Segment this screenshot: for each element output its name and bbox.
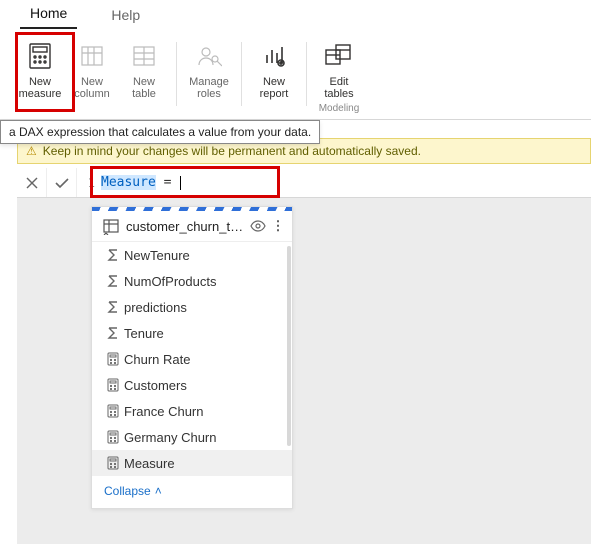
calculator-icon <box>106 352 124 366</box>
calculator-icon <box>106 404 124 418</box>
edit-tables-button[interactable]: Edit tables <box>313 36 365 102</box>
new-column-button[interactable]: New column <box>66 36 118 102</box>
tab-help[interactable]: Help <box>101 3 150 29</box>
fields-panel: customer_churn_test_... ⋮ NewTenure NumOf… <box>91 206 293 509</box>
edit-tables-label: Edit tables <box>324 76 353 100</box>
line-number: 1 <box>81 176 95 190</box>
column-icon <box>76 40 108 72</box>
table-icon <box>102 217 120 235</box>
manage-roles-button[interactable]: Manage roles <box>183 36 235 102</box>
sigma-icon <box>106 248 124 262</box>
report-icon <box>258 40 290 72</box>
field-label: NewTenure <box>124 248 190 263</box>
new-table-button[interactable]: New table <box>118 36 170 102</box>
tooltip: a DAX expression that calculates a value… <box>0 120 320 144</box>
panel-title: customer_churn_test_... <box>126 219 246 234</box>
visibility-icon[interactable] <box>250 220 266 232</box>
sigma-icon <box>106 300 124 314</box>
ribbon-separator <box>306 42 307 106</box>
field-row[interactable]: Measure <box>92 450 292 476</box>
field-label: Customers <box>124 378 187 393</box>
field-label: Churn Rate <box>124 352 190 367</box>
new-table-label: New table <box>132 76 156 100</box>
field-label: NumOfProducts <box>124 274 216 289</box>
field-row[interactable]: predictions <box>92 294 292 320</box>
field-list: NewTenure NumOfProducts predictions Tenure C… <box>92 242 292 476</box>
field-label: Germany Churn <box>124 430 216 445</box>
calculator-icon <box>106 456 124 470</box>
field-label: France Churn <box>124 404 203 419</box>
formula-input-wrap[interactable]: 1 Measure = <box>77 168 591 197</box>
field-label: Tenure <box>124 326 164 341</box>
more-icon[interactable]: ⋮ <box>270 218 286 234</box>
calculator-icon <box>106 378 124 392</box>
warning-text: Keep in mind your changes will be perman… <box>43 144 421 158</box>
formula-input[interactable]: Measure = <box>101 175 591 190</box>
field-row[interactable]: NumOfProducts <box>92 268 292 294</box>
sigma-icon <box>106 326 124 340</box>
ribbon-group-label: Modeling <box>313 103 365 114</box>
collapse-button[interactable]: Collapse ˄ <box>92 476 174 508</box>
ribbon-group-roles: Manage roles <box>183 36 235 116</box>
ribbon-group-modeling: Edit tables Modeling <box>313 36 365 116</box>
field-row[interactable]: Germany Churn <box>92 424 292 450</box>
calculator-icon <box>106 430 124 444</box>
field-row[interactable]: France Churn <box>92 398 292 424</box>
field-row[interactable]: NewTenure <box>92 242 292 268</box>
ribbon-group-calc: New measure New column New table <box>14 36 170 116</box>
field-row[interactable]: Customers <box>92 372 292 398</box>
commit-formula-button[interactable] <box>47 168 77 197</box>
field-label: predictions <box>124 300 187 315</box>
ribbon-group-report: New report <box>248 36 300 116</box>
chevron-up-icon: ˄ <box>155 484 162 498</box>
field-label: Measure <box>124 456 175 471</box>
field-row[interactable]: Tenure <box>92 320 292 346</box>
field-row[interactable]: Churn Rate <box>92 346 292 372</box>
new-measure-button[interactable]: New measure <box>14 36 66 102</box>
new-column-label: New column <box>74 76 109 100</box>
tab-bar: Home Help <box>0 0 591 30</box>
edit-tables-icon <box>323 40 355 72</box>
new-measure-label: New measure <box>19 76 62 100</box>
ribbon-separator <box>241 42 242 106</box>
sigma-icon <box>106 274 124 288</box>
scrollbar[interactable] <box>287 246 291 446</box>
warning-icon: ⚠ <box>26 144 37 158</box>
roles-icon <box>193 40 225 72</box>
ribbon: New measure New column New table Manage … <box>0 30 591 120</box>
cancel-formula-button[interactable] <box>17 168 47 197</box>
panel-header: customer_churn_test_... ⋮ <box>92 211 292 242</box>
new-report-button[interactable]: New report <box>248 36 300 102</box>
ribbon-separator <box>176 42 177 106</box>
formula-bar: 1 Measure = <box>17 168 591 198</box>
canvas: customer_churn_test_... ⋮ NewTenure NumOf… <box>17 198 591 544</box>
new-report-label: New report <box>260 76 289 100</box>
calculator-icon <box>24 40 56 72</box>
manage-roles-label: Manage roles <box>189 76 229 100</box>
table-icon <box>128 40 160 72</box>
tab-home[interactable]: Home <box>20 1 77 29</box>
